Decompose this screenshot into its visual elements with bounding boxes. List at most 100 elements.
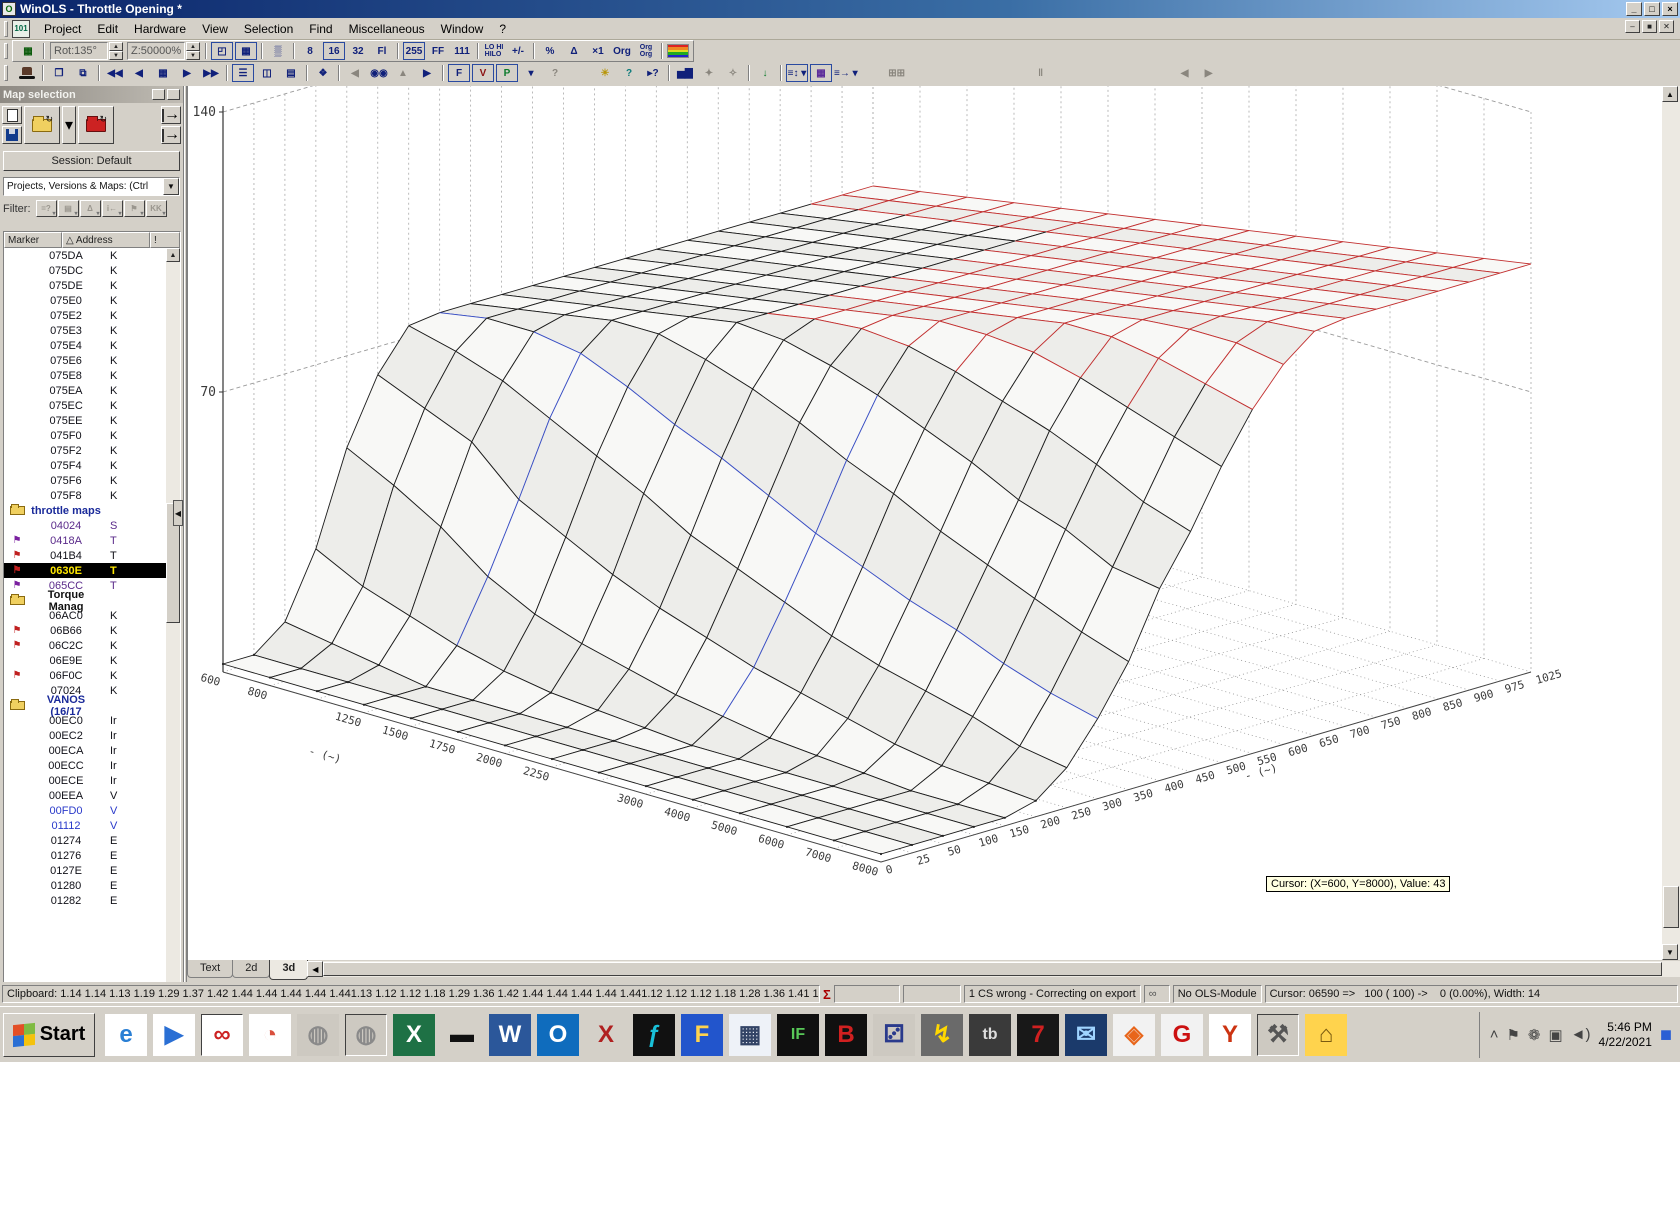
tab-text[interactable]: Text (187, 960, 234, 978)
ecu-tool-icon[interactable]: ◍ (297, 1013, 339, 1056)
wand-2-icon[interactable]: ✦ (698, 64, 720, 82)
import-hint-icon[interactable]: ☀ (594, 64, 616, 82)
map-grid-button[interactable]: ▦ (152, 64, 174, 82)
width-8-button[interactable]: 8 (299, 42, 321, 60)
mdi-close-button[interactable]: ✕ (1659, 20, 1674, 33)
g-shield-app-icon[interactable]: G (1161, 1013, 1203, 1056)
save-project-button[interactable] (2, 126, 22, 144)
column-header-marker[interactable]: Marker (4, 232, 62, 248)
speed-limit-app-icon[interactable]: ∞ (201, 1013, 243, 1056)
delta-button[interactable]: Δ (563, 42, 585, 60)
menu-hardware[interactable]: Hardware (126, 19, 194, 39)
wizard-hat-icon[interactable] (16, 64, 38, 82)
map-row-075de[interactable]: 075DE K (4, 278, 166, 293)
import-project-button[interactable]: ↻ (78, 106, 114, 144)
toolbar-grip-2[interactable] (4, 43, 8, 59)
chrome-icon[interactable]: ◔ (249, 1013, 291, 1056)
chart-scroll-thumb[interactable] (1663, 886, 1679, 928)
row-combo-button[interactable]: ≡→ ▾ (834, 64, 858, 82)
tray-network-icon[interactable]: ▣ (1548, 1026, 1562, 1044)
zoom-spinbox[interactable]: Z:50000% ▲ ▼ (127, 42, 200, 60)
value-button[interactable]: V (472, 64, 494, 82)
zoom-spinner[interactable]: ▲ ▼ (186, 42, 200, 60)
vertical-split-icon[interactable]: ‖ (1029, 64, 1052, 82)
rainbow-colors-icon[interactable] (667, 42, 689, 60)
filter-button-2[interactable]: Δ ▾ (79, 200, 101, 217)
menu-window[interactable]: Window (433, 19, 492, 39)
bin-111-button[interactable]: 111 (451, 42, 473, 60)
map-row-075ee[interactable]: 075EE K (4, 413, 166, 428)
map-row-throttlemaps[interactable]: throttle maps (4, 503, 166, 518)
map-row-06ac0[interactable]: 06AC0 K (4, 608, 166, 623)
hide-tray-chevron-icon[interactable]: ˄ (1490, 1026, 1499, 1044)
org-org-button[interactable]: Org Org (635, 42, 657, 60)
dice-app-icon[interactable]: ⚂ (873, 1013, 915, 1056)
width-16-button[interactable]: 16 (323, 42, 345, 60)
times1-button[interactable]: ×1 (587, 42, 609, 60)
media-player-icon[interactable]: ▶ (153, 1013, 195, 1056)
map-row-01282[interactable]: 01282 E (4, 893, 166, 908)
map-row-041b4[interactable]: ⚑ 041B4 T (4, 548, 166, 563)
map-row-075f2[interactable]: 075F2 K (4, 443, 166, 458)
wand-3-icon[interactable]: ✧ (722, 64, 744, 82)
properties-button[interactable]: ▤ (280, 64, 302, 82)
start-button[interactable]: Start (3, 1012, 95, 1057)
session-button[interactable]: Session: Default (3, 151, 180, 171)
map-row-06f0c[interactable]: ⚑ 06F0C K (4, 668, 166, 683)
nav-right-button[interactable]: ▶ (1197, 64, 1220, 82)
file-manager-icon[interactable]: ⌂ (1305, 1013, 1347, 1056)
factor-button[interactable]: F (448, 64, 470, 82)
maximize-button[interactable]: □ (1644, 2, 1660, 16)
tab-3d[interactable]: 3d (269, 960, 309, 980)
wrench-settings-icon[interactable]: ⚒ (1257, 1013, 1299, 1056)
map-list-scrollbar[interactable]: ▲ ▼ (166, 248, 180, 998)
if-tuning-icon[interactable]: IF (777, 1013, 819, 1056)
map-row-075f6[interactable]: 075F6 K (4, 473, 166, 488)
nav-left-button[interactable]: ◀ (1173, 64, 1196, 82)
menu-view[interactable]: View (194, 19, 236, 39)
close-button[interactable]: × (1662, 2, 1678, 16)
panel-caption[interactable]: Map selection (0, 86, 183, 103)
lohi-hilo-button[interactable]: LO HI HILO (483, 42, 505, 60)
help-button[interactable]: ? (618, 64, 640, 82)
binoculars-icon[interactable]: ◉◉ (368, 64, 390, 82)
map-row-075e8[interactable]: 075E8 K (4, 368, 166, 383)
open-project-button[interactable]: ↻ (24, 106, 60, 144)
internet-explorer-icon[interactable]: e (105, 1013, 147, 1056)
grid-view-icon[interactable]: ▒ (267, 42, 289, 60)
map-row-00ece[interactable]: 00ECE Ir (4, 773, 166, 788)
map-row-00eea[interactable]: 00EEA V (4, 788, 166, 803)
show-desktop-icon[interactable]: ■ (1660, 1024, 1672, 1047)
b-hat-app-icon[interactable]: B (825, 1013, 867, 1056)
import-map-button[interactable]: → (161, 106, 181, 124)
next-diff-button[interactable]: ▶ (416, 64, 438, 82)
map-row-075f4[interactable]: 075F4 K (4, 458, 166, 473)
eprom-chip-icon[interactable]: ▬ (441, 1013, 483, 1056)
chart-scroll-up[interactable]: ▲ (1662, 86, 1678, 102)
menu-find[interactable]: Find (301, 19, 340, 39)
preview-button[interactable]: ◫ (256, 64, 278, 82)
scope-combobox[interactable]: Projects, Versions & Maps: (Ctrl ▼ (3, 177, 180, 196)
open-project-dropdown[interactable]: ▾ (62, 106, 76, 144)
map-row-06e9e[interactable]: 06E9E K (4, 653, 166, 668)
signature-app-icon[interactable]: ƒ (633, 1013, 675, 1056)
percent-p-button[interactable]: P (496, 64, 518, 82)
mdi-restore-button[interactable]: ■ (1642, 20, 1657, 33)
map-row-01276[interactable]: 01276 E (4, 848, 166, 863)
filter-button-4[interactable]: ⚑ ▾ (123, 200, 145, 217)
map-row-torquemanag[interactable]: Torque Manag (4, 589, 166, 613)
minimize-button[interactable]: _ (1626, 2, 1642, 16)
surface-chart[interactable]: 7014060080012501500175020002250300040005… (188, 0, 1663, 960)
map-list-scroll-up[interactable]: ▲ (166, 248, 180, 262)
rotation-spinner[interactable]: ▲ ▼ (109, 42, 123, 60)
hex-editor-icon[interactable]: X (585, 1013, 627, 1056)
connect-icon[interactable]: ❖ (312, 64, 334, 82)
scope-combobox-arrow[interactable]: ▼ (163, 178, 179, 195)
map-row-01280[interactable]: 01280 E (4, 878, 166, 893)
toolbar-grip[interactable] (4, 20, 8, 37)
context-help-button[interactable]: ? (544, 64, 566, 82)
mountain-icon[interactable]: ▲ (392, 64, 414, 82)
map-row-01274[interactable]: 01274 E (4, 833, 166, 848)
first-map-button[interactable]: ◀◀ (104, 64, 126, 82)
chart-hscrollbar[interactable] (323, 961, 1680, 977)
